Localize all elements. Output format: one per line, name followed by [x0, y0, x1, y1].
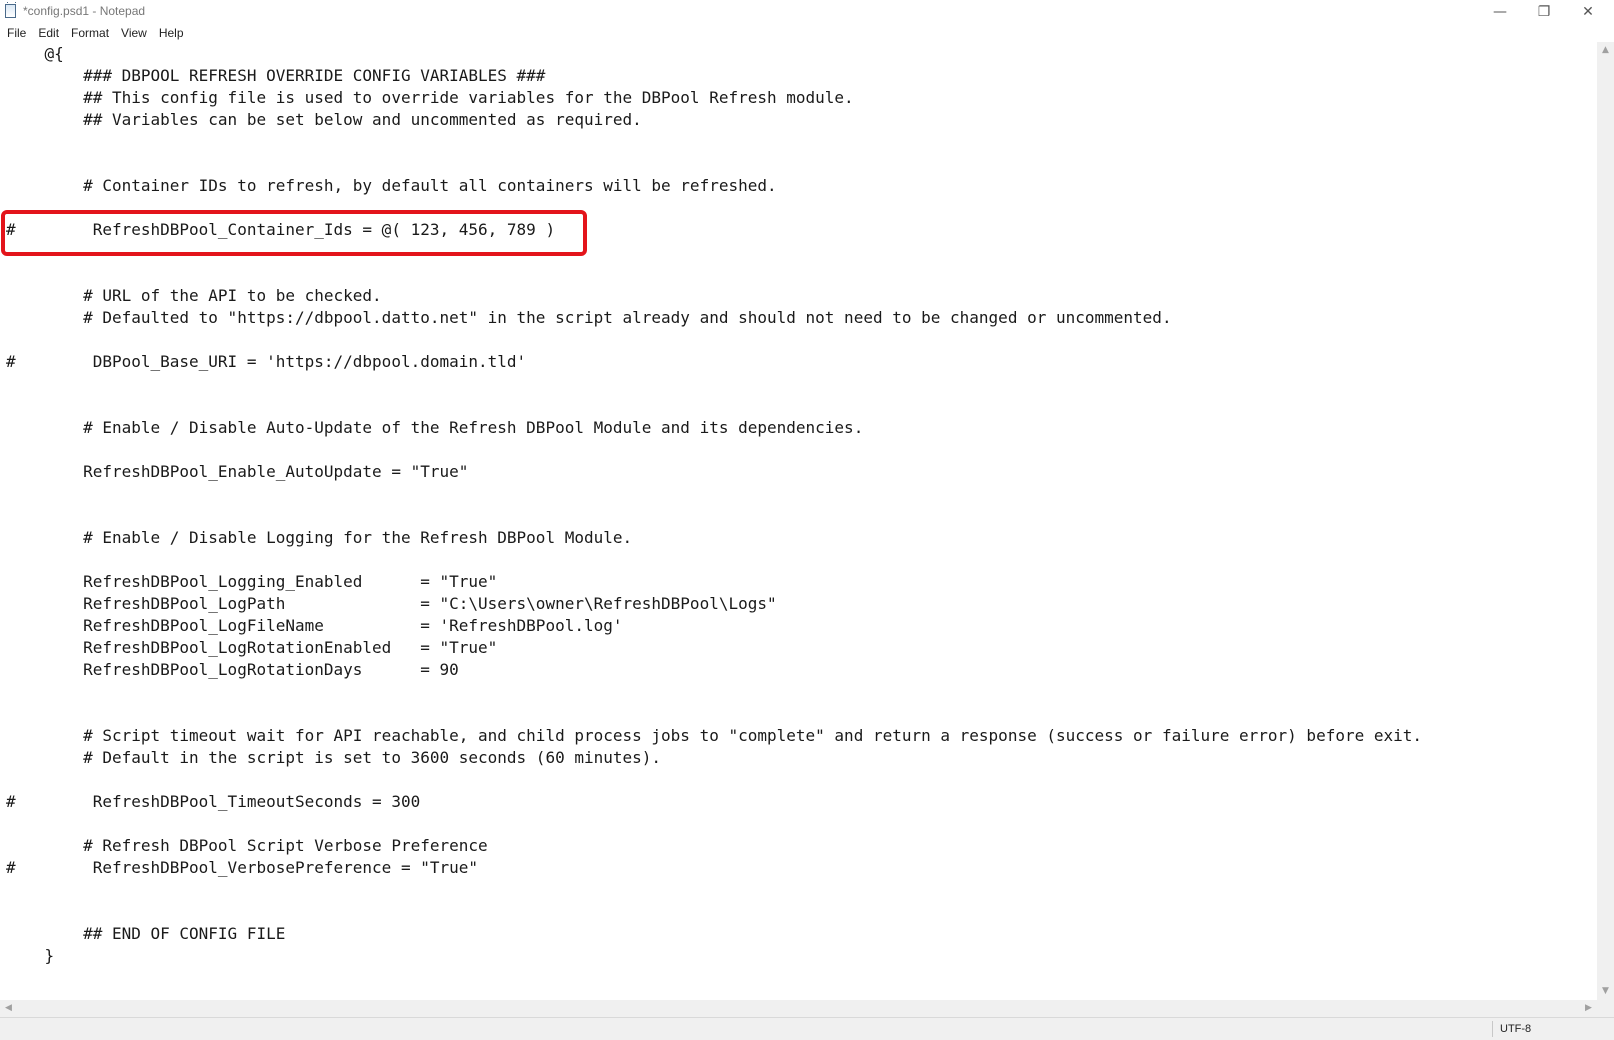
editor-line[interactable]: RefreshDBPool_LogPath = "C:\Users\owner\… — [6, 593, 1422, 615]
editor-line[interactable] — [6, 329, 1422, 351]
editor-line[interactable] — [6, 769, 1422, 791]
editor-line[interactable]: # Refresh DBPool Script Verbose Preferen… — [6, 835, 1422, 857]
editor-line[interactable] — [6, 703, 1422, 725]
editor-line[interactable] — [6, 813, 1422, 835]
encoding-label: UTF-8 — [1500, 1023, 1532, 1035]
editor-line[interactable] — [6, 373, 1422, 395]
editor-line[interactable] — [6, 263, 1422, 285]
editor-line[interactable]: # URL of the API to be checked. — [6, 285, 1422, 307]
menu-bar: File Edit Format View Help — [0, 24, 1614, 42]
menu-format[interactable]: Format — [65, 24, 115, 42]
editor-line[interactable]: # RefreshDBPool_TimeoutSeconds = 300 — [6, 791, 1422, 813]
editor-line[interactable]: RefreshDBPool_Logging_Enabled = "True" — [6, 571, 1422, 593]
editor-line[interactable]: # Container IDs to refresh, by default a… — [6, 175, 1422, 197]
restore-button[interactable]: ❐ — [1522, 0, 1566, 24]
menu-edit[interactable]: Edit — [32, 24, 65, 42]
editor-line[interactable]: } — [6, 945, 1422, 967]
editor-line[interactable] — [6, 879, 1422, 901]
highlight-box — [1, 210, 587, 256]
minimize-button[interactable]: — — [1478, 0, 1522, 24]
editor-line[interactable]: # Script timeout wait for API reachable,… — [6, 725, 1422, 747]
vertical-scrollbar[interactable]: ▲ ▼ — [1597, 42, 1614, 1000]
editor-line[interactable]: RefreshDBPool_Enable_AutoUpdate = "True" — [6, 461, 1422, 483]
editor-line[interactable]: RefreshDBPool_LogFileName = 'RefreshDBPo… — [6, 615, 1422, 637]
menu-help[interactable]: Help — [153, 24, 190, 42]
editor-line[interactable] — [6, 483, 1422, 505]
editor-content[interactable]: @{ ### DBPOOL REFRESH OVERRIDE CONFIG VA… — [6, 43, 1422, 967]
editor-line[interactable] — [6, 395, 1422, 417]
editor-line[interactable]: # Defaulted to "https://dbpool.datto.net… — [6, 307, 1422, 329]
editor-line[interactable]: ## END OF CONFIG FILE — [6, 923, 1422, 945]
editor-line[interactable]: # RefreshDBPool_VerbosePreference = "Tru… — [6, 857, 1422, 879]
menu-view[interactable]: View — [115, 24, 153, 42]
close-button[interactable]: ✕ — [1566, 0, 1610, 24]
editor-line[interactable] — [6, 153, 1422, 175]
editor-line[interactable] — [6, 439, 1422, 461]
editor-line[interactable]: @{ — [6, 43, 1422, 65]
editor-line[interactable] — [6, 681, 1422, 703]
editor-line[interactable] — [6, 901, 1422, 923]
scroll-left-icon[interactable]: ◀ — [0, 1000, 17, 1017]
status-bar: UTF-8 — [0, 1017, 1614, 1040]
editor-line[interactable]: ## Variables can be set below and uncomm… — [6, 109, 1422, 131]
editor-line[interactable]: # DBPool_Base_URI = 'https://dbpool.doma… — [6, 351, 1422, 373]
editor-line[interactable] — [6, 505, 1422, 527]
window-title: *config.psd1 - Notepad — [23, 4, 146, 18]
scroll-down-icon[interactable]: ▼ — [1597, 983, 1614, 1000]
scroll-up-icon[interactable]: ▲ — [1597, 42, 1614, 59]
editor-line[interactable]: # Default in the script is set to 3600 s… — [6, 747, 1422, 769]
scrollbar-corner — [1597, 1000, 1614, 1017]
scroll-right-icon[interactable]: ▶ — [1580, 1000, 1597, 1017]
editor-line[interactable]: ### DBPOOL REFRESH OVERRIDE CONFIG VARIA… — [6, 65, 1422, 87]
editor-line[interactable]: RefreshDBPool_LogRotationDays = 90 — [6, 659, 1422, 681]
notepad-icon — [5, 2, 16, 18]
horizontal-scrollbar[interactable]: ◀ ▶ — [0, 1000, 1597, 1017]
menu-file[interactable]: File — [0, 24, 32, 42]
status-divider — [1492, 1021, 1493, 1037]
editor-line[interactable] — [6, 131, 1422, 153]
editor-line[interactable]: ## This config file is used to override … — [6, 87, 1422, 109]
text-editor[interactable]: @{ ### DBPOOL REFRESH OVERRIDE CONFIG VA… — [0, 42, 1597, 1000]
title-bar: *config.psd1 - Notepad — ❐ ✕ — [0, 0, 1614, 24]
editor-line[interactable]: # Enable / Disable Logging for the Refre… — [6, 527, 1422, 549]
editor-line[interactable]: # Enable / Disable Auto-Update of the Re… — [6, 417, 1422, 439]
editor-line[interactable] — [6, 549, 1422, 571]
editor-line[interactable]: RefreshDBPool_LogRotationEnabled = "True… — [6, 637, 1422, 659]
